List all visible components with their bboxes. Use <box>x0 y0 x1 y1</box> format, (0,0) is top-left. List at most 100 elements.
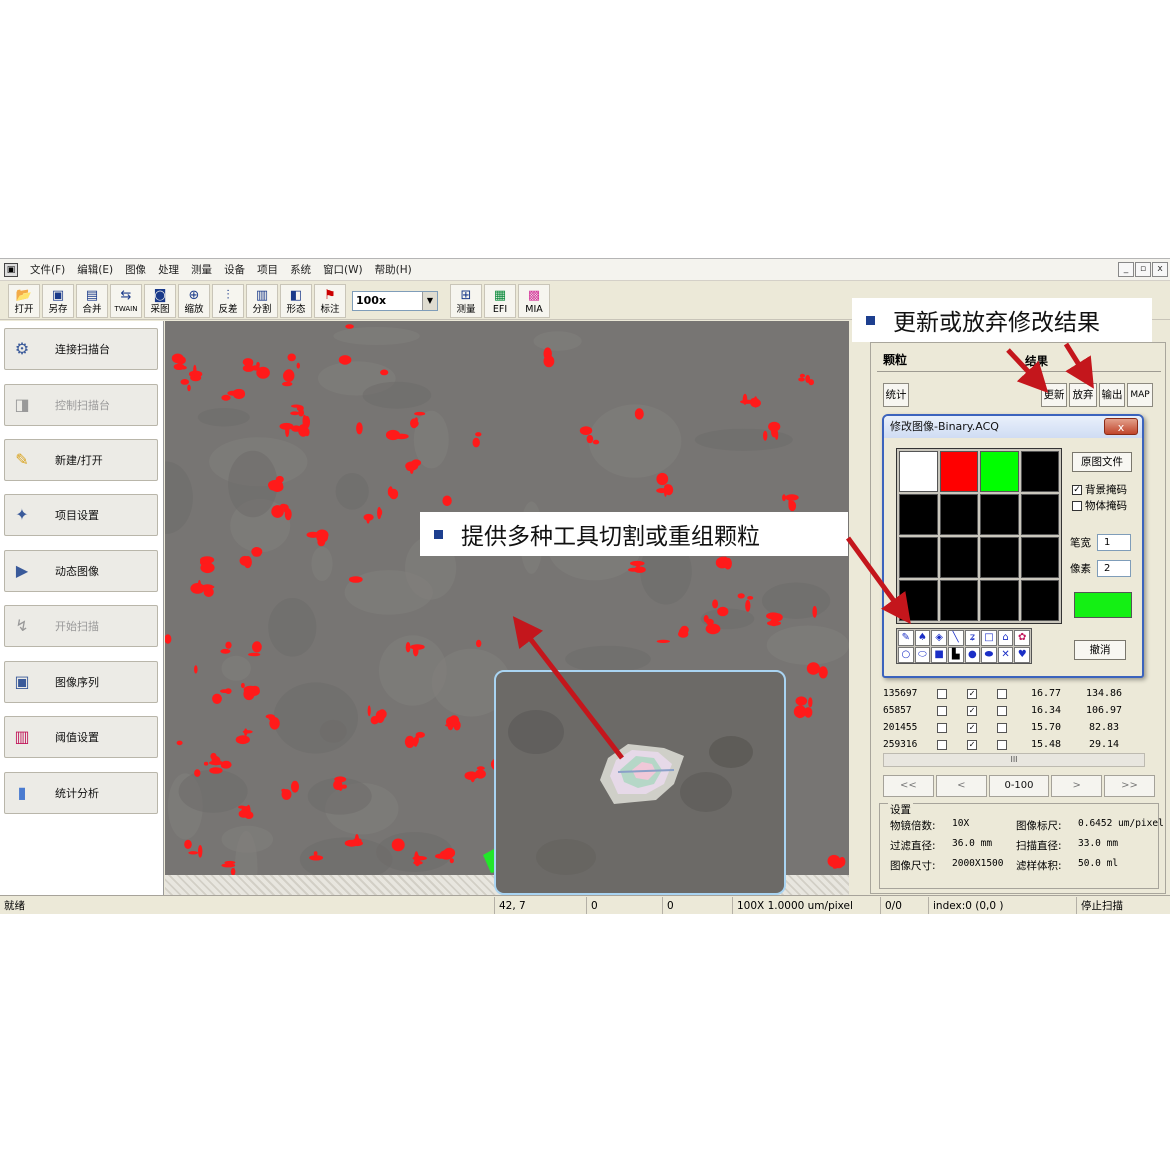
row-checkbox-3[interactable] <box>997 722 1007 733</box>
row-checkbox-2[interactable]: ✓ <box>967 705 977 716</box>
menu-edit[interactable]: 编辑(E) <box>71 262 119 277</box>
pen-width-spinner[interactable]: 笔宽 1 <box>1070 534 1131 551</box>
sidebar-item-control-stage[interactable]: ◨ 控制扫描台 <box>4 384 158 426</box>
merge-tool-icon[interactable]: ♥ <box>1014 647 1030 663</box>
fill-tool-icon[interactable]: ◈ <box>931 630 947 646</box>
merge-button[interactable]: ▤ 合并 <box>76 283 108 318</box>
filled-rect-tool-icon[interactable]: ■ <box>931 647 947 663</box>
color-swatch[interactable] <box>1020 494 1059 535</box>
color-swatch[interactable] <box>939 580 978 621</box>
particle-tab[interactable]: 颗粒 <box>883 351 907 368</box>
next-page-button[interactable]: > <box>1051 775 1103 797</box>
sidebar-item-statistics[interactable]: ▮ 统计分析 <box>4 772 158 814</box>
color-swatch[interactable] <box>899 494 938 535</box>
color-swatch[interactable] <box>899 580 938 621</box>
undo-button[interactable]: 撤消 <box>1074 640 1126 660</box>
app-icon[interactable]: ▣ <box>4 262 18 277</box>
color-swatch[interactable] <box>1020 451 1059 492</box>
circle-tool-icon[interactable]: ○ <box>898 647 914 663</box>
export-button[interactable]: 输出 <box>1099 383 1125 407</box>
efi-button[interactable]: ▦ EFI <box>484 283 516 318</box>
stats-button[interactable]: 统计 <box>883 383 909 407</box>
first-page-button[interactable]: << <box>883 775 934 797</box>
row-checkbox-1[interactable] <box>937 705 947 716</box>
annotate-button[interactable]: ⚑ 标注 <box>314 283 346 318</box>
chevron-down-icon[interactable]: ▼ <box>422 291 437 310</box>
scroll-thumb[interactable]: III <box>1010 755 1017 764</box>
color-swatch[interactable] <box>980 580 1019 621</box>
menu-measure[interactable]: 测量 <box>185 262 218 277</box>
menu-window[interactable]: 窗口(W) <box>317 262 369 277</box>
color-swatch[interactable] <box>899 451 938 492</box>
row-checkbox-3[interactable] <box>997 705 1007 716</box>
result-tab[interactable]: 结果 <box>1025 353 1048 369</box>
sidebar-item-image-sequence[interactable]: ▣ 图像序列 <box>4 661 158 703</box>
color-swatch[interactable] <box>899 537 938 578</box>
pen-width-value[interactable]: 1 <box>1097 534 1131 551</box>
checkbox-unchecked[interactable] <box>1072 500 1082 511</box>
split-button[interactable]: ▥ 分割 <box>246 283 278 318</box>
menu-project[interactable]: 项目 <box>251 262 284 277</box>
sidebar-item-live-image[interactable]: ▶ 动态图像 <box>4 550 158 592</box>
obj-mask-checkbox[interactable]: 物体掩码 <box>1072 498 1127 513</box>
map-button[interactable]: MAP <box>1127 383 1153 407</box>
menu-system[interactable]: 系统 <box>284 262 317 277</box>
zoom-select[interactable]: 100x ▼ <box>352 290 438 311</box>
close-button[interactable]: x <box>1152 262 1168 277</box>
row-checkbox-2[interactable]: ✓ <box>967 722 977 733</box>
rectangle-tool-icon[interactable]: □ <box>981 630 997 646</box>
capture-button[interactable]: ◙ 采图 <box>144 283 176 318</box>
sidebar-item-connect-stage[interactable]: ⚙ 连接扫描台 <box>4 328 158 370</box>
table-row[interactable]: 259316 ✓ 15.48 29.14 <box>883 736 1153 753</box>
region-tool-icon[interactable]: ✿ <box>1014 630 1030 646</box>
checkbox-checked[interactable]: ✓ <box>1072 484 1082 495</box>
measure-button[interactable]: ⊞ 测量 <box>450 283 482 318</box>
stamp-tool-icon[interactable]: ▙ <box>947 647 964 663</box>
save-as-button[interactable]: ▣ 另存 <box>42 283 74 318</box>
pixel-spinner[interactable]: 像素 2 <box>1070 560 1131 577</box>
original-file-button[interactable]: 原图文件 <box>1072 452 1132 472</box>
color-swatch[interactable] <box>980 537 1019 578</box>
ellipse-tool-icon[interactable]: ⬭ <box>914 647 931 663</box>
brush-tool-icon[interactable]: ♠ <box>914 630 931 646</box>
filled-ellipse-tool-icon[interactable]: ⬬ <box>981 647 997 663</box>
color-swatch[interactable] <box>939 451 978 492</box>
color-swatch[interactable] <box>939 537 978 578</box>
row-checkbox-3[interactable] <box>997 739 1007 750</box>
sidebar-item-threshold[interactable]: ▥ 阈值设置 <box>4 716 158 758</box>
menu-image[interactable]: 图像 <box>119 262 152 277</box>
twain-button[interactable]: ⇆ TWAIN <box>110 283 142 318</box>
cut-tool-icon[interactable]: ✕ <box>997 647 1014 663</box>
menu-process[interactable]: 处理 <box>152 262 185 277</box>
last-page-button[interactable]: >> <box>1104 775 1155 797</box>
pixel-value[interactable]: 2 <box>1097 560 1131 577</box>
color-swatch[interactable] <box>1020 580 1059 621</box>
menu-help[interactable]: 帮助(H) <box>369 262 418 277</box>
table-row[interactable]: 135697 ✓ 16.77 134.86 <box>883 685 1153 702</box>
color-swatch[interactable] <box>939 494 978 535</box>
color-swatch[interactable] <box>1020 537 1059 578</box>
zoom-button[interactable]: ⊕ 缩放 <box>178 283 210 318</box>
prev-page-button[interactable]: < <box>935 775 987 797</box>
polygon-tool-icon[interactable]: ⌂ <box>997 630 1014 646</box>
row-checkbox-2[interactable]: ✓ <box>967 739 977 750</box>
mia-button[interactable]: ▩ MIA <box>518 283 550 318</box>
update-button[interactable]: 更新 <box>1041 383 1067 407</box>
horizontal-scrollbar[interactable]: III <box>883 753 1145 767</box>
sidebar-item-project-settings[interactable]: ✦ 项目设置 <box>4 494 158 536</box>
bg-mask-checkbox[interactable]: ✓ 背景掩码 <box>1072 482 1127 497</box>
filled-circle-tool-icon[interactable]: ● <box>964 647 981 663</box>
contrast-button[interactable]: ⫶ 反差 <box>212 283 244 318</box>
pencil-tool-icon[interactable]: ✎ <box>898 630 914 646</box>
restore-button[interactable]: ▫ <box>1135 262 1151 277</box>
row-checkbox-3[interactable] <box>997 688 1007 699</box>
color-swatch[interactable] <box>980 451 1019 492</box>
sidebar-item-start-scan[interactable]: ↯ 开始扫描 <box>4 605 158 647</box>
row-checkbox-1[interactable] <box>937 739 947 750</box>
row-checkbox-1[interactable] <box>937 722 947 733</box>
menu-file[interactable]: 文件(F) <box>24 262 71 277</box>
menu-device[interactable]: 设备 <box>218 262 251 277</box>
minimize-button[interactable]: _ <box>1118 262 1134 277</box>
row-checkbox-1[interactable] <box>937 688 947 699</box>
line-tool-icon[interactable]: ╲ <box>947 630 964 646</box>
